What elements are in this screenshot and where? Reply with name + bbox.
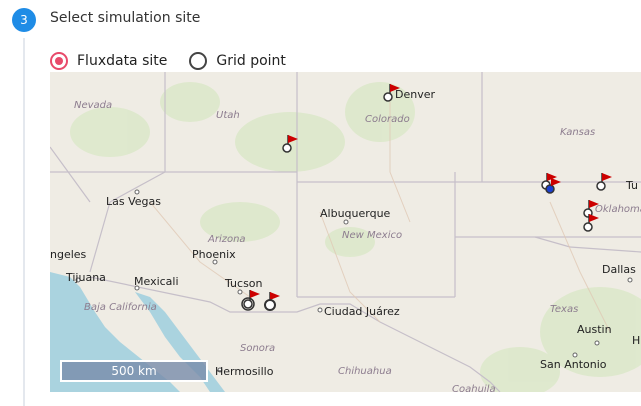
- map-city-label: Albuquerque: [320, 207, 391, 220]
- map-state-label: Utah: [216, 110, 240, 121]
- map-city-label: Hermosillo: [215, 365, 274, 378]
- map-state-label: Arizona: [208, 234, 246, 245]
- map-city-label: Denver: [395, 88, 436, 101]
- map-state-label: Oklahoma: [595, 204, 641, 215]
- step-number-badge: 3: [12, 8, 36, 32]
- map-city-label: Tucson: [225, 277, 263, 290]
- map-state-label: Nevada: [74, 100, 113, 111]
- map-state-label: Sonora: [240, 343, 276, 354]
- map-city-label: Mexicali: [134, 275, 179, 288]
- map-state-label: Baja California: [84, 302, 157, 313]
- map-city-label: Las Vegas: [106, 195, 161, 208]
- radio-fluxdata-site[interactable]: Fluxdata site: [50, 52, 167, 70]
- map-city-label: Austin: [577, 323, 612, 336]
- radio-unselected-icon[interactable]: [189, 52, 208, 70]
- site-marker-selected[interactable]: [541, 173, 561, 194]
- map-city-label: H: [632, 334, 641, 347]
- step-connector-line: [23, 38, 25, 406]
- site-map[interactable]: Nevada Utah Colorado Kansas Arizona New …: [50, 72, 641, 392]
- map-city-label: San Antonio: [540, 358, 607, 371]
- map-state-label: New Mexico: [342, 230, 403, 241]
- map-scale-bar: 500 km: [60, 360, 208, 382]
- map-state-label: Texas: [550, 304, 579, 315]
- map-state-label: Kansas: [560, 127, 596, 138]
- radio-label-grid: Grid point: [216, 53, 286, 69]
- map-state-label: Colorado: [365, 114, 410, 125]
- site-marker[interactable]: [264, 292, 280, 311]
- map-city-label: Tijuana: [66, 271, 106, 284]
- map-city-label: ngeles: [50, 248, 87, 261]
- radio-grid-point[interactable]: Grid point: [189, 52, 286, 70]
- map-city-label: Tu: [626, 179, 639, 192]
- radio-label-fluxdata: Fluxdata site: [77, 53, 168, 69]
- site-type-radio-group: Fluxdata site Grid point: [50, 52, 308, 70]
- map-city-label: Ciudad Juárez: [324, 305, 400, 318]
- map-city-label: Dallas: [602, 263, 636, 276]
- map-state-label: Coahuila: [452, 384, 496, 392]
- map-city-label: Phoenix: [192, 248, 236, 261]
- map-state-label: Chihuahua: [338, 366, 392, 377]
- radio-selected-icon[interactable]: [50, 52, 68, 70]
- step-title: Select simulation site: [50, 10, 201, 26]
